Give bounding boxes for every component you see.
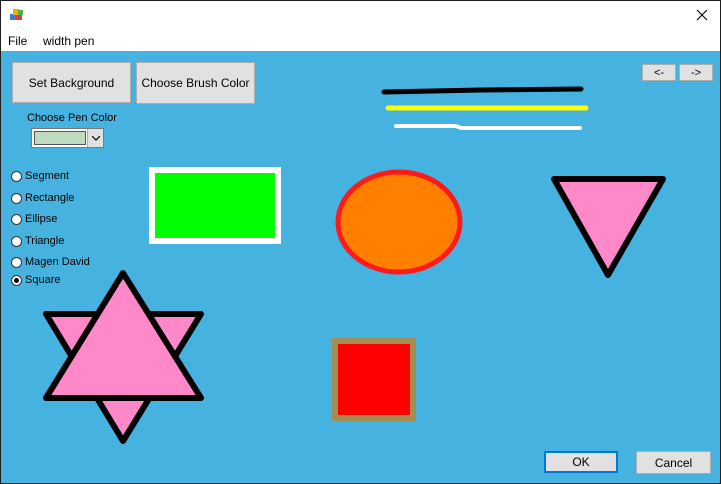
radio-segment[interactable]: Segment	[11, 168, 69, 184]
radio-label: Rectangle	[25, 192, 75, 204]
close-icon	[696, 9, 708, 21]
radio-label: Segment	[25, 170, 70, 182]
radio-magen-david[interactable]: Magen David	[11, 254, 90, 270]
segment-line-black	[381, 86, 584, 95]
segment-line-white	[394, 124, 582, 130]
set-background-button[interactable]: Set Background	[12, 62, 131, 103]
radio-label: Triangle	[25, 235, 65, 247]
pen-color-dropdown[interactable]	[31, 128, 104, 148]
pen-color-label: Choose Pen Color	[27, 112, 117, 124]
radio-indicator[interactable]	[11, 213, 22, 225]
pink-triangle	[551, 176, 666, 278]
close-button[interactable]	[684, 1, 720, 29]
menu-bar: File width pen	[1, 31, 720, 51]
red-square	[332, 338, 416, 421]
radio-rectangle[interactable]: Rectangle	[11, 190, 75, 206]
radio-ellipse[interactable]: Ellipse	[11, 211, 57, 227]
cancel-button[interactable]: Cancel	[636, 451, 711, 474]
radio-square[interactable]: Square	[11, 272, 60, 288]
radio-label: Ellipse	[25, 213, 58, 225]
ok-button[interactable]: OK	[544, 451, 618, 473]
radio-indicator[interactable]	[11, 170, 22, 182]
pen-color-swatch	[34, 131, 86, 145]
radio-indicator[interactable]	[11, 274, 22, 286]
next-button[interactable]: ->	[679, 64, 713, 81]
orange-ellipse	[335, 169, 463, 275]
radio-label: Magen David	[25, 256, 90, 268]
prev-button[interactable]: <-	[642, 64, 676, 81]
choose-brush-color-button[interactable]: Choose Brush Color	[136, 62, 255, 104]
radio-indicator[interactable]	[11, 235, 22, 247]
radio-label: Square	[25, 274, 61, 286]
app-window: File width pen Set Background Choose Bru…	[0, 0, 721, 484]
title-bar	[1, 1, 720, 31]
menu-file[interactable]: File	[8, 34, 27, 48]
radio-triangle[interactable]: Triangle	[11, 233, 64, 249]
drawing-canvas[interactable]: Set Background Choose Brush Color <- -> …	[1, 51, 720, 483]
chevron-down-icon	[91, 135, 100, 141]
dropdown-arrow[interactable]	[87, 129, 103, 147]
menu-width-pen[interactable]: width pen	[43, 34, 94, 48]
radio-indicator[interactable]	[11, 256, 22, 268]
green-rectangle	[149, 167, 281, 244]
radio-indicator[interactable]	[11, 192, 22, 204]
app-icon	[10, 9, 23, 20]
